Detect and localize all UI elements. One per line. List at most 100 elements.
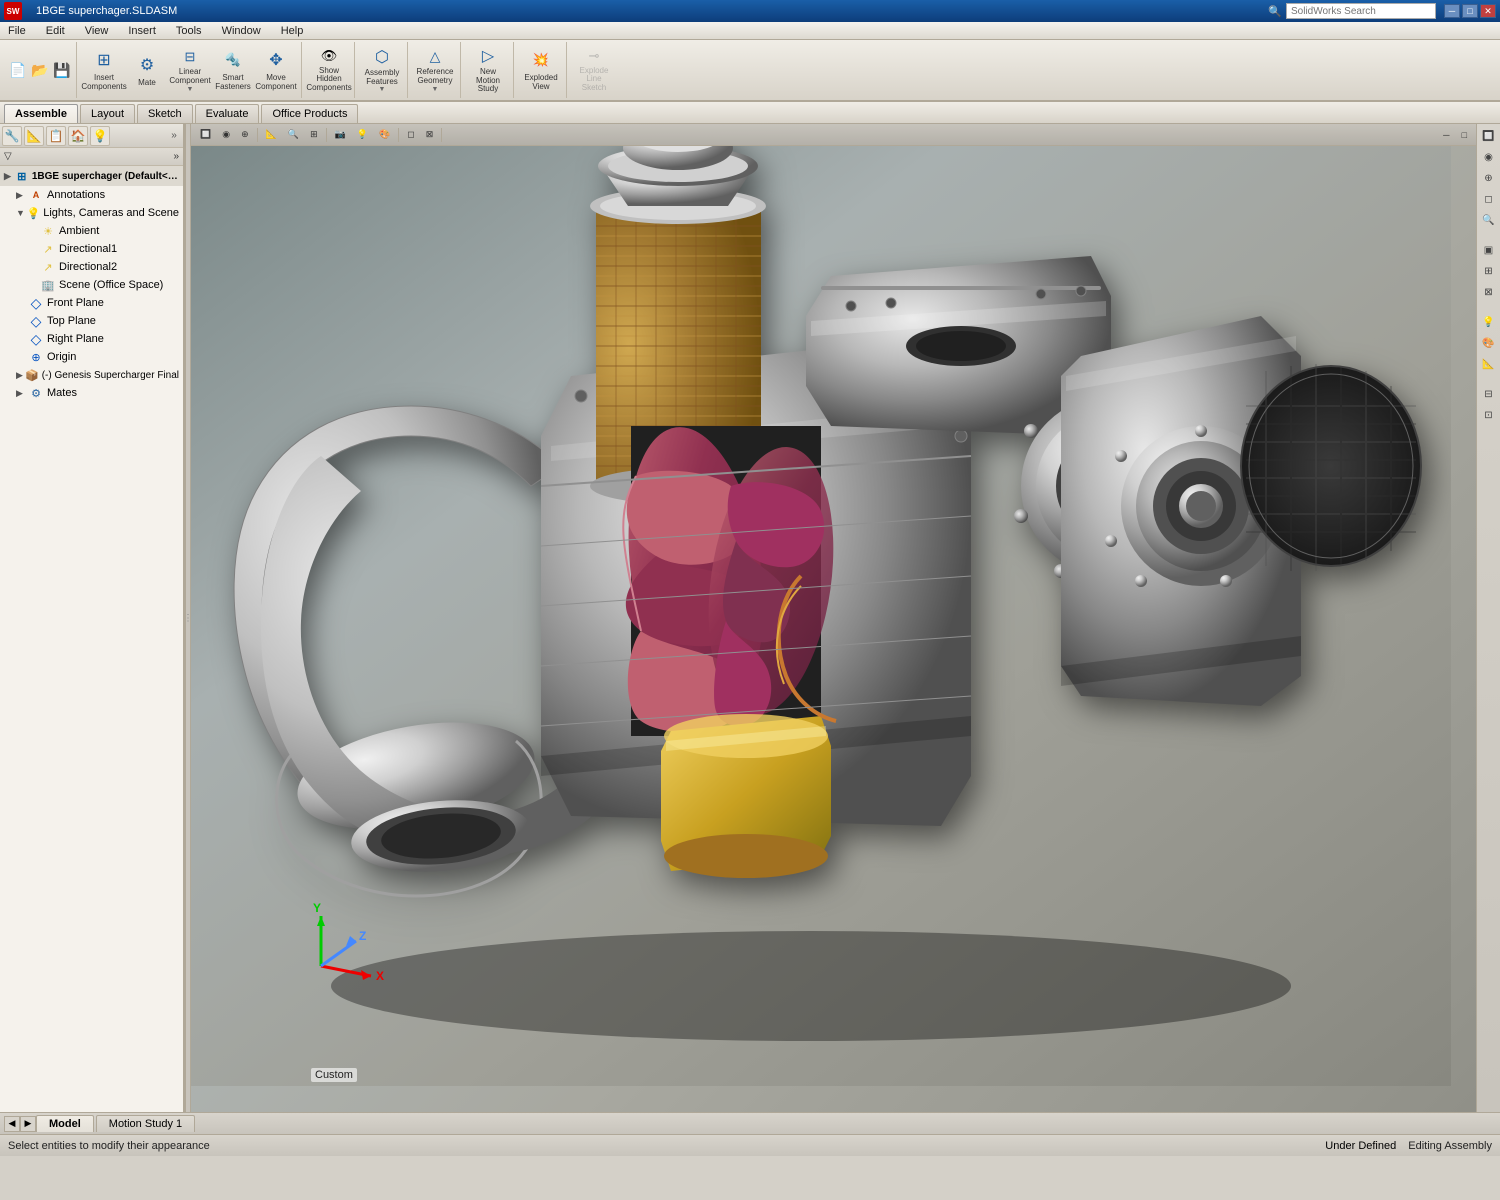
panel-toolbar: 🔧 📐 📋 🏠 💡 » bbox=[0, 124, 183, 148]
tab-layout[interactable]: Layout bbox=[80, 104, 135, 123]
smart-fasteners-button[interactable]: 🔩 SmartFasteners bbox=[212, 44, 254, 96]
right-btn-8[interactable]: ⊠ bbox=[1479, 282, 1499, 302]
right-btn-1[interactable]: 🔲 bbox=[1479, 126, 1499, 146]
panel-icon-1[interactable]: 🔧 bbox=[2, 126, 22, 146]
tree-item-directional2[interactable]: ▶ ↗ Directional2 bbox=[0, 258, 183, 276]
new-motion-study-button[interactable]: ▷ NewMotionStudy bbox=[467, 44, 509, 96]
search-input[interactable] bbox=[1286, 3, 1436, 19]
tree-root[interactable]: ▶ ⊞ 1BGE superchager (Default<Displa bbox=[0, 166, 183, 186]
panel-icon-3[interactable]: 📋 bbox=[46, 126, 66, 146]
menu-item-insert[interactable]: Insert bbox=[124, 24, 160, 38]
open-button[interactable]: 📂 bbox=[30, 44, 50, 96]
tree-item-scene[interactable]: ▶ 🏢 Scene (Office Space) bbox=[0, 276, 183, 294]
minimize-button[interactable]: ─ bbox=[1444, 4, 1460, 18]
tab-office-products[interactable]: Office Products bbox=[261, 104, 358, 123]
exploded-view-button[interactable]: 💥 ExplodedView bbox=[520, 44, 562, 96]
panel-icon-2[interactable]: 📐 bbox=[24, 126, 44, 146]
right-btn-3[interactable]: ⊕ bbox=[1479, 168, 1499, 188]
menu-item-help[interactable]: Help bbox=[277, 24, 308, 38]
right-btn-6[interactable]: ▣ bbox=[1479, 240, 1499, 260]
menu-item-tools[interactable]: Tools bbox=[172, 24, 206, 38]
move-component-button[interactable]: ✥ MoveComponent bbox=[255, 44, 297, 96]
right-btn-10[interactable]: 🎨 bbox=[1479, 333, 1499, 353]
explode-line-sketch-button[interactable]: ⊸ ExplodeLineSketch bbox=[573, 44, 615, 96]
right-btn-2[interactable]: ◉ bbox=[1479, 147, 1499, 167]
close-button[interactable]: ✕ bbox=[1480, 4, 1496, 18]
custom-viewport-label: Custom bbox=[311, 1068, 357, 1082]
reference-geometry-button[interactable]: △ ReferenceGeometry ▼ bbox=[414, 44, 456, 96]
editing-assembly-status: Editing Assembly bbox=[1408, 1140, 1492, 1152]
tab-assemble[interactable]: Assemble bbox=[4, 104, 78, 123]
right-btn-4[interactable]: ◻ bbox=[1479, 189, 1499, 209]
menu-item-file[interactable]: File bbox=[4, 24, 30, 38]
right-btn-11[interactable]: 📐 bbox=[1479, 354, 1499, 374]
save-button[interactable]: 💾 bbox=[52, 44, 72, 96]
tree-item-mates[interactable]: ▶ ⚙ Mates bbox=[0, 384, 183, 402]
tree-item-annotations[interactable]: ▶ A Annotations bbox=[0, 186, 183, 204]
view-button-section[interactable]: ⊠ bbox=[421, 127, 439, 142]
axis-y-label: Y bbox=[313, 901, 321, 915]
tree-item-genesis[interactable]: ▶ 📦 (-) Genesis Supercharger Final bbox=[0, 366, 183, 384]
view-button-light[interactable]: 💡 bbox=[352, 127, 373, 142]
tree-item-lights-cameras[interactable]: ▼ 💡 Lights, Cameras and Scene bbox=[0, 204, 183, 222]
model-svg: X Y Z bbox=[191, 146, 1451, 1086]
new-button[interactable]: 📄 bbox=[8, 44, 28, 96]
tree-item-ambient[interactable]: ▶ ☀ Ambient bbox=[0, 222, 183, 240]
view-button-5[interactable]: 🔍 bbox=[283, 127, 304, 142]
menu-bar: File Edit View Insert Tools Window Help bbox=[0, 22, 1500, 40]
tree-item-right-plane[interactable]: ▶ ◇ Right Plane bbox=[0, 330, 183, 348]
main-toolbar: 📄 📂 💾 ⊞ InsertComponents ⚙ Mate ⊟ Linear… bbox=[0, 40, 1500, 102]
view-button-2[interactable]: ◉ bbox=[217, 127, 235, 142]
view-button-6[interactable]: ⊞ bbox=[305, 127, 323, 142]
right-btn-7[interactable]: ⊞ bbox=[1479, 261, 1499, 281]
tree-item-directional1[interactable]: ▶ ↗ Directional1 bbox=[0, 240, 183, 258]
right-btn-12[interactable]: ⊟ bbox=[1479, 384, 1499, 404]
tab-sketch[interactable]: Sketch bbox=[137, 104, 193, 123]
bottom-scroll-left-button[interactable]: ◀ bbox=[4, 1116, 20, 1132]
bottom-tab-bar: ◀ ▶ Model Motion Study 1 bbox=[0, 1112, 1500, 1134]
tab-evaluate[interactable]: Evaluate bbox=[195, 104, 260, 123]
tree-item-front-plane[interactable]: ▶ ◇ Front Plane bbox=[0, 294, 183, 312]
show-hidden-button[interactable]: 👁 ShowHiddenComponents bbox=[308, 44, 350, 96]
under-defined-status: Under Defined bbox=[1325, 1140, 1396, 1152]
view-button-camera[interactable]: 📷 bbox=[330, 127, 351, 142]
search-bar: 🔍 bbox=[1268, 3, 1436, 19]
feature-tree: ▶ ⊞ 1BGE superchager (Default<Displa ▶ A… bbox=[0, 166, 183, 1112]
insert-components-button[interactable]: ⊞ InsertComponents bbox=[83, 44, 125, 96]
bottom-scroll-right-button[interactable]: ▶ bbox=[20, 1116, 36, 1132]
3d-viewport[interactable]: X Y Z Custom bbox=[191, 124, 1476, 1112]
status-bar: Select entities to modify their appearan… bbox=[0, 1134, 1500, 1156]
mate-button[interactable]: ⚙ Mate bbox=[126, 44, 168, 96]
view-button-hide[interactable]: ◻ bbox=[402, 127, 419, 142]
right-btn-5[interactable]: 🔍 bbox=[1479, 210, 1499, 230]
axis-x-label: X bbox=[376, 969, 384, 983]
view-button-4[interactable]: 📐 bbox=[261, 127, 282, 142]
view-button-color[interactable]: 🎨 bbox=[374, 127, 395, 142]
right-btn-9[interactable]: 💡 bbox=[1479, 312, 1499, 332]
bottom-tab-model[interactable]: Model bbox=[36, 1115, 94, 1132]
menu-item-edit[interactable]: Edit bbox=[42, 24, 69, 38]
panel-icon-4[interactable]: 🏠 bbox=[68, 126, 88, 146]
viewport-maximize-button[interactable]: □ bbox=[1457, 128, 1472, 142]
view-button-1[interactable]: 🔲 bbox=[195, 127, 216, 142]
tree-item-top-plane[interactable]: ▶ ◇ Top Plane bbox=[0, 312, 183, 330]
panel-icon-5[interactable]: 💡 bbox=[90, 126, 110, 146]
view-button-3[interactable]: ⊕ bbox=[236, 127, 254, 142]
title-bar: SW 1BGE superchager.SLDASM 🔍 ─ □ ✕ bbox=[0, 0, 1500, 22]
right-btn-13[interactable]: ⊡ bbox=[1479, 405, 1499, 425]
tree-expand-icon[interactable]: » bbox=[173, 151, 179, 162]
tree-item-origin[interactable]: ▶ ⊕ Origin bbox=[0, 348, 183, 366]
viewport-minimize-button[interactable]: ─ bbox=[1438, 128, 1454, 142]
bottom-tab-motion-study[interactable]: Motion Study 1 bbox=[96, 1115, 195, 1132]
window-controls: ─ □ ✕ bbox=[1444, 4, 1496, 18]
linear-component-button[interactable]: ⊟ LinearComponent ▼ bbox=[169, 44, 211, 96]
tab-bar: Assemble Layout Sketch Evaluate Office P… bbox=[0, 102, 1500, 124]
menu-item-view[interactable]: View bbox=[81, 24, 113, 38]
assembly-features-button[interactable]: ⬡ AssemblyFeatures ▼ bbox=[361, 44, 403, 96]
panel-expand-button[interactable]: » bbox=[167, 129, 181, 143]
app-title: 1BGE superchager.SLDASM bbox=[36, 5, 177, 17]
maximize-button[interactable]: □ bbox=[1462, 4, 1478, 18]
search-icon: 🔍 bbox=[1268, 5, 1282, 18]
view-toolbar: 🔲 ◉ ⊕ 📐 🔍 ⊞ 📷 💡 🎨 ◻ ⊠ ─ □ bbox=[191, 124, 1476, 146]
menu-item-window[interactable]: Window bbox=[218, 24, 265, 38]
